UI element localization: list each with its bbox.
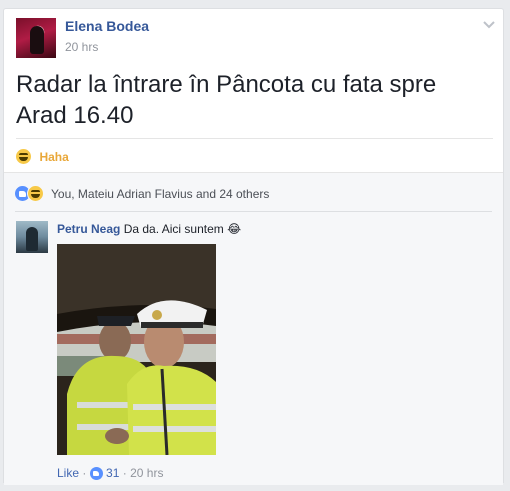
divider: [16, 138, 493, 139]
reaction-label: Haha: [39, 149, 69, 164]
separator: ·: [122, 466, 127, 480]
reactions-summary[interactable]: You, Mateiu Adrian Flavius and 24 others: [15, 185, 269, 203]
haha-reaction-icon: [27, 185, 44, 203]
chevron-down-icon[interactable]: [482, 18, 496, 32]
reactions-summary-text: You, Mateiu Adrian Flavius and 24 others: [51, 186, 270, 201]
post-timestamp[interactable]: 20 hrs: [65, 40, 98, 54]
post-text: Radar la întrare în Pâncota cu fata spre…: [16, 71, 437, 129]
author-avatar[interactable]: [16, 18, 56, 58]
comment: Petru Neag Da da. Aici suntem 😂 Like · 3…: [16, 221, 486, 491]
laughing-emoji-icon: 😂: [227, 222, 242, 236]
post-card: Elena Bodea 20 hrs Radar la întrare în P…: [3, 8, 504, 485]
reaction-button[interactable]: Haha: [16, 148, 69, 166]
commenter-avatar[interactable]: [16, 221, 48, 253]
comment-actions: Like · 31 · 20 hrs: [57, 465, 163, 481]
author-name[interactable]: Elena Bodea: [65, 18, 149, 34]
comment-like-button[interactable]: Like: [57, 466, 79, 480]
comment-photo[interactable]: [57, 244, 216, 455]
comment-text: Da da. Aici suntem: [123, 222, 224, 236]
comment-timestamp[interactable]: 20 hrs: [130, 466, 163, 480]
post-header: Elena Bodea 20 hrs: [16, 18, 495, 60]
comment-body: Petru Neag Da da. Aici suntem 😂: [57, 221, 241, 237]
comment-likes-count[interactable]: 31: [106, 466, 119, 480]
separator: ·: [82, 466, 87, 480]
haha-reaction-icon: [16, 149, 31, 165]
like-reaction-icon: [89, 467, 103, 481]
divider: [15, 211, 492, 212]
commenter-name[interactable]: Petru Neag: [57, 222, 120, 236]
comments-section: You, Mateiu Adrian Flavius and 24 others…: [4, 172, 503, 485]
